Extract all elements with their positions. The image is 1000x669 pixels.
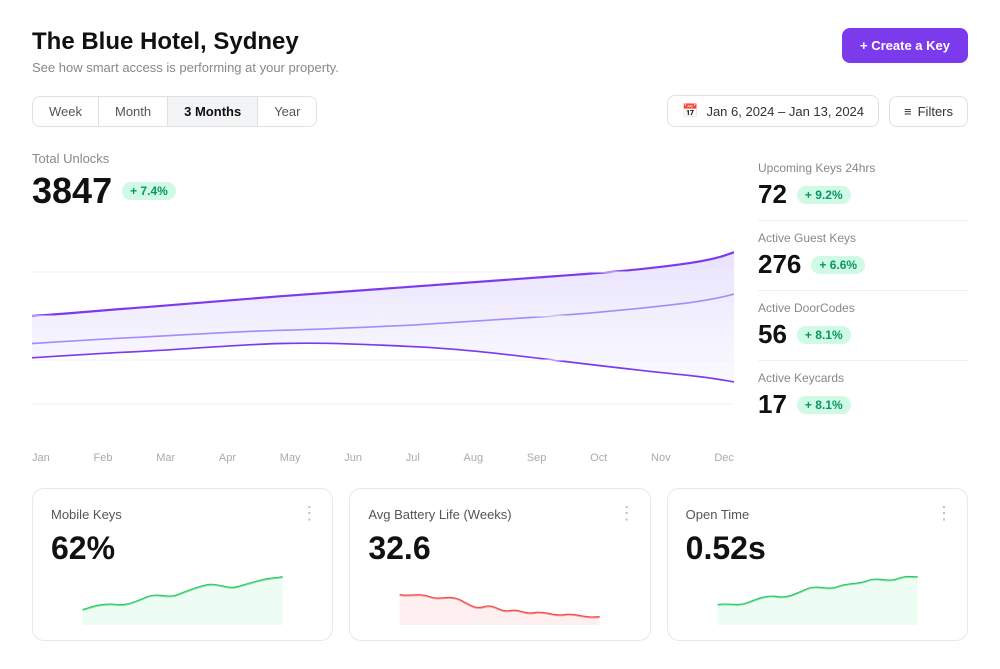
card-open-time-title: Open Time	[686, 507, 949, 522]
side-stats: Upcoming Keys 24hrs 72 + 9.2% Active Gue…	[758, 151, 968, 464]
date-range-label: Jan 6, 2024 – Jan 13, 2024	[706, 104, 864, 119]
card-open-time: Open Time ⋮ 0.52s	[667, 488, 968, 641]
calendar-icon: 📅	[682, 103, 698, 119]
x-axis-labels: JanFebMarApr MayJunJulAug SepOctNovDec	[32, 448, 734, 464]
card-mobile-keys-menu[interactable]: ⋮	[300, 503, 318, 524]
chart-value: 3847	[32, 170, 112, 212]
battery-life-chart	[368, 575, 631, 625]
tab-week[interactable]: Week	[33, 97, 99, 126]
card-mobile-keys-title: Mobile Keys	[51, 507, 314, 522]
filters-button[interactable]: ≡ Filters	[889, 96, 968, 127]
unlocks-chart	[32, 228, 734, 448]
card-mobile-keys-value: 62%	[51, 530, 314, 567]
card-mobile-keys: Mobile Keys ⋮ 62%	[32, 488, 333, 641]
card-battery-life: Avg Battery Life (Weeks) ⋮ 32.6	[349, 488, 650, 641]
create-key-button[interactable]: + Create a Key	[842, 28, 968, 63]
card-open-time-menu[interactable]: ⋮	[935, 503, 953, 524]
stat-upcoming-keys: Upcoming Keys 24hrs 72 + 9.2%	[758, 151, 968, 221]
tab-year[interactable]: Year	[258, 97, 316, 126]
card-battery-life-title: Avg Battery Life (Weeks)	[368, 507, 631, 522]
chart-badge: + 7.4%	[122, 182, 176, 200]
filter-icon: ≡	[904, 104, 912, 119]
open-time-chart	[686, 575, 949, 625]
tab-3months[interactable]: 3 Months	[168, 97, 258, 126]
page-subtitle: See how smart access is performing at yo…	[32, 60, 339, 75]
card-battery-life-menu[interactable]: ⋮	[618, 503, 636, 524]
stat-active-keycards: Active Keycards 17 + 8.1%	[758, 361, 968, 430]
date-range-button[interactable]: 📅 Jan 6, 2024 – Jan 13, 2024	[667, 95, 879, 127]
stat-active-guest-keys: Active Guest Keys 276 + 6.6%	[758, 221, 968, 291]
filters-label: Filters	[918, 104, 953, 119]
card-open-time-value: 0.52s	[686, 530, 949, 567]
chart-label: Total Unlocks	[32, 151, 734, 166]
mobile-keys-chart	[51, 575, 314, 625]
stat-active-doorcodes: Active DoorCodes 56 + 8.1%	[758, 291, 968, 361]
tab-month[interactable]: Month	[99, 97, 168, 126]
card-battery-life-value: 32.6	[368, 530, 631, 567]
bottom-cards: Mobile Keys ⋮ 62% Avg Battery Life (Week…	[32, 488, 968, 641]
period-tabs: Week Month 3 Months Year	[32, 96, 317, 127]
page-title: The Blue Hotel, Sydney	[32, 28, 339, 56]
